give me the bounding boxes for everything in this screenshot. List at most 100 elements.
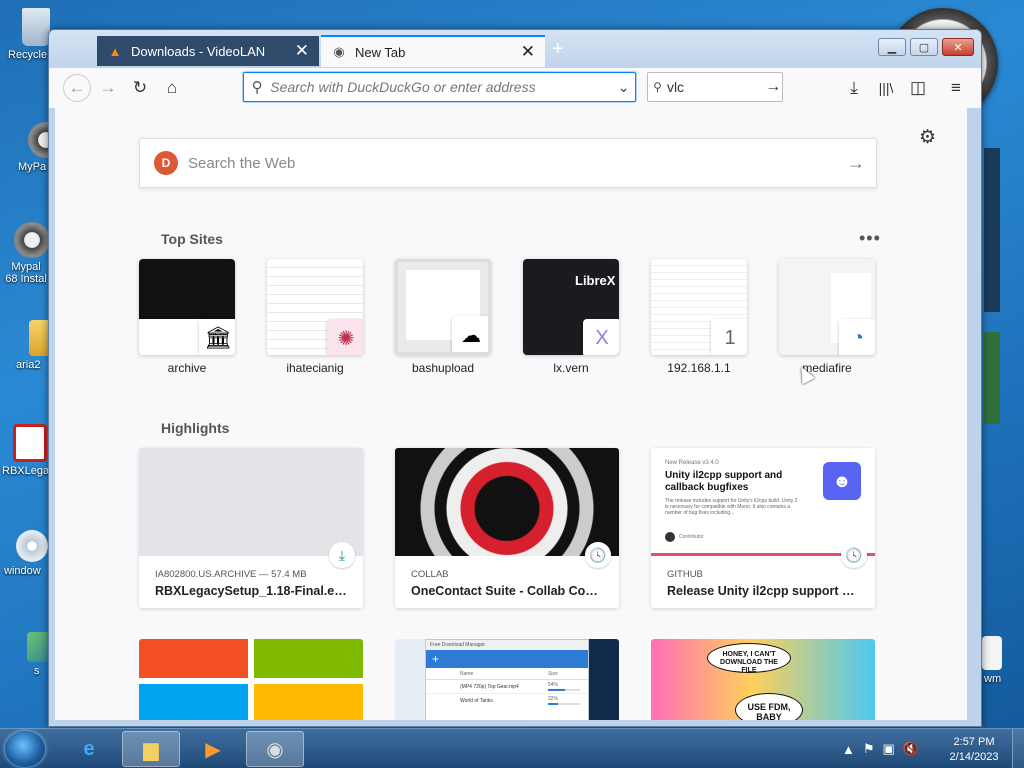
site-label: bashupload xyxy=(411,361,475,375)
start-button[interactable] xyxy=(5,731,45,767)
site-label: 192.168.1.1 xyxy=(667,361,731,375)
web-search-input[interactable] xyxy=(188,154,836,172)
close-window-button[interactable]: ✕ xyxy=(942,38,974,56)
card-title: OneContact Suite - Collab Conta... xyxy=(411,584,615,598)
nav-toolbar: ← → ↻ ⌂ ⚲ ⌄ ⚲ → ⤓ |||\ ◫ ≡ xyxy=(49,68,981,108)
desktop-icon-wm[interactable]: wm xyxy=(978,636,1018,685)
folder-icon: ▆ xyxy=(143,738,159,761)
site-thumbnail: ✺ xyxy=(267,259,363,355)
github-author: Contributor xyxy=(679,534,704,540)
address-bar[interactable]: ⚲ ⌄ xyxy=(243,72,636,102)
hamburger-menu-icon[interactable]: ≡ xyxy=(945,77,967,99)
library-icon[interactable]: |||\ xyxy=(875,77,897,99)
recycle-bin-icon xyxy=(22,8,50,46)
comic-bubble: USE FDM, BABY xyxy=(735,693,803,720)
card-image: New Release v3.4.0 Unity il2cpp support … xyxy=(651,448,875,556)
sidebar-icon[interactable]: ◫ xyxy=(907,77,929,99)
top-site-archive[interactable]: 🏛 archive xyxy=(139,259,235,375)
close-tab-icon[interactable]: ✕ xyxy=(521,42,535,62)
top-site-mediafire[interactable]: ◔ mediafire xyxy=(779,259,875,375)
mypal-raccoon-icon: ◉ xyxy=(333,44,345,59)
search-icon: ⚲ xyxy=(251,79,263,96)
highlight-card[interactable]: ⤓ IA802800.US.ARCHIVE — 57.4 MB RBXLegac… xyxy=(139,448,363,608)
tab-new-tab[interactable]: ◉ New Tab ✕ xyxy=(321,35,545,67)
show-desktop-button[interactable] xyxy=(1012,729,1024,768)
github-release-heading: Unity il2cpp support and callback bugfix… xyxy=(665,470,783,493)
fdm-add-icon: + xyxy=(432,652,440,666)
search-icon: ⚲ xyxy=(653,80,662,94)
new-tab-plus-icon[interactable]: + xyxy=(552,38,564,61)
system-tray: ▲ ⚑ ▣ 🔇 xyxy=(842,733,919,765)
highlight-card-comic[interactable]: HONEY, I CAN'T DOWNLOAD THE FILE USE FDM… xyxy=(651,639,875,720)
top-sites-title: Top Sites xyxy=(161,231,223,247)
fdm-row-name: (MP4 720p) Top Gear.mp4 xyxy=(460,684,519,690)
address-input[interactable] xyxy=(270,79,613,95)
maximize-button[interactable]: ▢ xyxy=(910,38,938,56)
top-site-ihatecianig[interactable]: ✺ ihatecianig xyxy=(267,259,363,375)
desktop-gadget-panel xyxy=(984,332,1000,424)
new-tab-page: ⚙ D → Top Sites ••• 🏛 archive ✺ ihatecia… xyxy=(55,108,967,720)
github-release-label: New Release v3.4.0 xyxy=(665,460,719,466)
tab-bar: ▲ Downloads - VideoLAN ✕ ◉ New Tab ✕ + ▁… xyxy=(49,30,981,68)
tab-videolan-downloads[interactable]: ▲ Downloads - VideoLAN ✕ xyxy=(97,36,319,66)
chevron-down-icon[interactable]: ⌄ xyxy=(612,79,635,96)
media-player-icon: ▶ xyxy=(205,738,221,761)
card-title: Release Unity il2cpp support and... xyxy=(667,584,875,598)
document-icon xyxy=(982,636,1002,670)
go-arrow-icon[interactable]: → xyxy=(765,78,782,96)
forward-arrow-icon[interactable]: → xyxy=(97,77,119,99)
site-thumbnail: ◔ xyxy=(779,259,875,355)
more-options-icon[interactable]: ••• xyxy=(859,228,881,249)
fdm-window-title: Free Download Manager xyxy=(426,640,588,650)
taskbar-explorer[interactable]: ▆ xyxy=(122,731,180,767)
librex-logo: LibreX xyxy=(575,273,616,288)
raccoon-icon: ◉ xyxy=(266,738,284,761)
taskbar-internet-explorer[interactable]: e xyxy=(60,731,118,767)
site-label: mediafire xyxy=(802,361,852,375)
raccoon-icon xyxy=(14,222,50,258)
highlight-card[interactable]: New Release v3.4.0 Unity il2cpp support … xyxy=(651,448,875,608)
fdm-row-progress-bar xyxy=(548,689,580,691)
highlight-card-download-manager[interactable]: Free Download Manager + Name Size (MP4 7… xyxy=(395,639,619,720)
highlight-card[interactable]: 🕓 COLLAB OneContact Suite - Collab Conta… xyxy=(395,448,619,608)
taskbar-media-player[interactable]: ▶ xyxy=(184,731,242,767)
fdm-col-size: Size xyxy=(548,671,558,677)
downloads-icon[interactable]: ⤓ xyxy=(843,77,865,99)
site-favicon-icon: ✺ xyxy=(327,319,363,355)
clock-date: 2/14/2023 xyxy=(949,751,999,763)
fdm-row-name: World of Tanks xyxy=(460,698,493,704)
show-hidden-icons-icon[interactable]: ▲ xyxy=(842,742,855,757)
fdm-row-progress: 54% xyxy=(548,682,559,688)
taskbar-mypal[interactable]: ◉ xyxy=(246,731,304,767)
top-site-bashupload[interactable]: ☁ bashupload xyxy=(395,259,491,375)
top-site-lxvern[interactable]: LibreX X lx.vern xyxy=(523,259,619,375)
search-input[interactable] xyxy=(666,79,765,95)
site-label: ihatecianig xyxy=(286,361,344,375)
gear-icon[interactable]: ⚙ xyxy=(919,126,936,149)
download-icon: ⤓ xyxy=(329,542,355,568)
close-tab-icon[interactable]: ✕ xyxy=(295,41,309,61)
microsoft-logo xyxy=(139,639,363,720)
network-icon[interactable]: ▣ xyxy=(883,741,895,757)
home-icon[interactable]: ⌂ xyxy=(161,77,183,99)
site-thumbnail: 1 xyxy=(651,259,747,355)
volume-muted-icon[interactable]: 🔇 xyxy=(903,741,919,757)
desktop-icon-label: wm xyxy=(984,673,1002,685)
reload-icon[interactable]: ↻ xyxy=(129,77,151,99)
site-label: archive xyxy=(167,361,207,375)
card-title: RBXLegacySetup_1.18-Final.exe xyxy=(155,584,349,598)
tab-title: New Tab xyxy=(355,44,406,60)
highlight-card-microsoft[interactable] xyxy=(139,639,363,720)
archive-building-icon: 🏛 xyxy=(199,319,235,355)
search-arrow-icon[interactable]: → xyxy=(836,153,876,174)
search-box[interactable]: ⚲ → xyxy=(647,72,783,102)
minimize-button[interactable]: ▁ xyxy=(878,38,906,56)
web-search-box[interactable]: D → xyxy=(139,138,877,188)
comic-bubble: HONEY, I CAN'T DOWNLOAD THE FILE xyxy=(707,643,791,674)
disc-icon xyxy=(16,530,48,562)
back-arrow-icon[interactable]: ← xyxy=(63,74,91,102)
action-center-flag-icon[interactable]: ⚑ xyxy=(863,741,875,757)
taskbar-clock[interactable]: 2:57 PM 2/14/2023 xyxy=(944,735,1004,765)
top-site-router[interactable]: 1 192.168.1.1 xyxy=(651,259,747,375)
x-letter-icon: X xyxy=(583,319,619,355)
